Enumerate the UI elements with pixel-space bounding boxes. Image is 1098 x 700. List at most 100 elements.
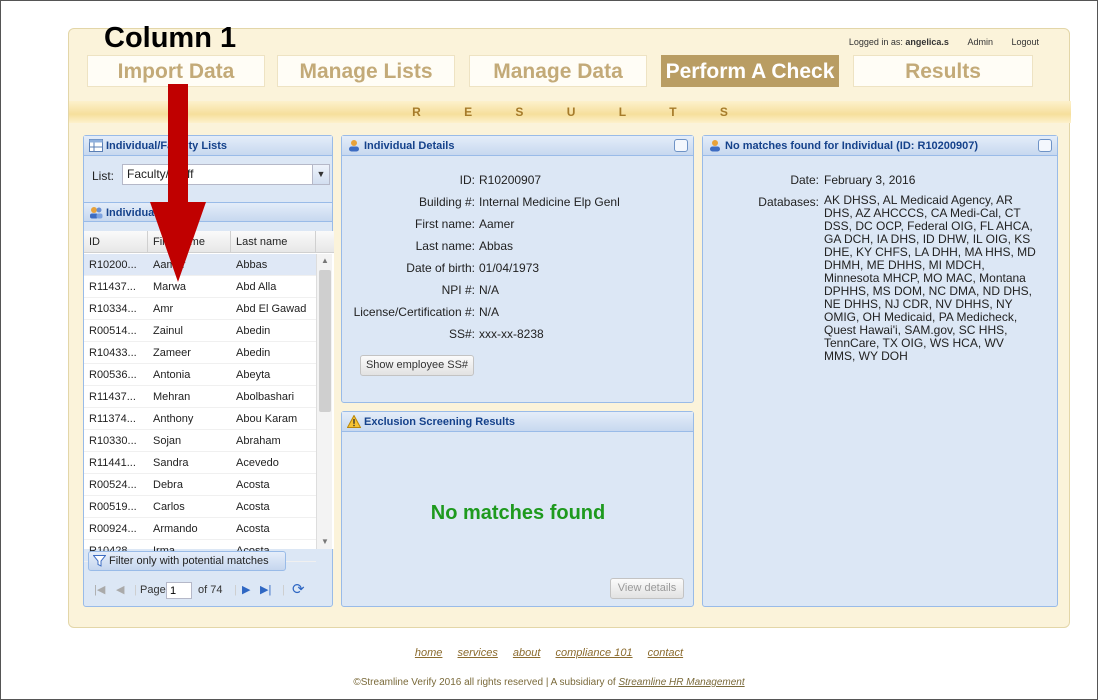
table-row[interactable]: R00924... Armando Acosta [84, 518, 316, 540]
first-page-icon[interactable]: |◀ [94, 576, 105, 604]
cell-last-name: Abedin [236, 347, 271, 359]
table-row[interactable]: R00519... Carlos Acosta [84, 496, 316, 518]
funnel-icon [93, 555, 106, 567]
main-tabs: Import Data Manage Lists Manage Data Per… [87, 55, 1057, 89]
logged-in-text: Logged in as: angelica.s [849, 37, 952, 47]
matches-panel-title: No matches found for Individual (ID: R10… [725, 140, 979, 152]
detail-label: ID: [459, 173, 475, 187]
footer-link-compliance[interactable]: compliance 101 [556, 647, 633, 659]
tab-import-data[interactable]: Import Data [87, 55, 265, 87]
screening-panel-header: Exclusion Screening Results [342, 412, 693, 432]
cell-first-name: Antonia [153, 369, 191, 381]
table-row[interactable]: R00536... Antonia Abeyta [84, 364, 316, 386]
table-row[interactable]: R10330... Sojan Abraham [84, 430, 316, 452]
detail-label: License/Certification #: [353, 305, 475, 319]
table-row[interactable]: R11441... Sandra Acevedo [84, 452, 316, 474]
screening-panel-title: Exclusion Screening Results [364, 416, 515, 428]
detail-value: Aamer [479, 217, 515, 231]
table-row[interactable]: R00524... Debra Acosta [84, 474, 316, 496]
cell-last-name: Abeyta [236, 369, 271, 381]
annotation-arrow-icon [150, 84, 206, 282]
cell-first-name: Sojan [153, 435, 182, 447]
prev-page-icon[interactable]: ◀ [116, 576, 124, 604]
user-bar: Logged in as: angelica.s Admin Logout [849, 37, 1039, 47]
detail-value: N/A [479, 305, 500, 319]
date-value: February 3, 2016 [824, 173, 916, 187]
cell-first-name: Debra [153, 479, 183, 491]
cell-first-name: Zainul [153, 325, 183, 337]
cell-first-name: Sandra [153, 457, 189, 469]
cell-id: R00514... [89, 325, 137, 337]
cell-id: R00524... [89, 479, 137, 491]
copyright-link[interactable]: Streamline HR Management [618, 677, 744, 688]
date-label: Date: [790, 173, 819, 187]
cell-last-name: Abd El Gawad [236, 303, 307, 315]
tab-manage-data[interactable]: Manage Data [469, 55, 647, 87]
scroll-thumb[interactable] [319, 270, 331, 412]
list-label: List: [92, 169, 115, 183]
scroll-down-icon[interactable]: ▼ [317, 535, 333, 549]
cell-id: R10433... [89, 347, 137, 359]
page-input[interactable] [166, 582, 192, 599]
column-last-name[interactable]: Last name [231, 231, 316, 253]
details-panel: Individual Details ID: R10200907 Building … [341, 135, 694, 403]
cell-id: R11374... [89, 413, 136, 425]
chevron-down-icon[interactable]: ▼ [312, 165, 329, 184]
footer-link-home[interactable]: home [415, 647, 443, 659]
cell-id: R10334... [89, 303, 137, 315]
databases-label: Databases: [758, 195, 819, 209]
print-icon[interactable] [1038, 139, 1052, 152]
tab-manage-lists[interactable]: Manage Lists [277, 55, 455, 87]
cell-first-name: Carlos [153, 501, 185, 513]
cell-last-name: Acevedo [236, 457, 279, 469]
pager-separator: | [282, 584, 285, 596]
table-row[interactable]: R11374... Anthony Abou Karam [84, 408, 316, 430]
footer-link-about[interactable]: about [513, 647, 541, 659]
user-icon [349, 140, 359, 152]
cell-id: R11437... [89, 391, 136, 403]
matches-panel-header: No matches found for Individual (ID: R10… [703, 136, 1057, 156]
app-container: Logged in as: angelica.s Admin Logout Im… [68, 28, 1071, 628]
admin-link[interactable]: Admin [967, 37, 993, 47]
cell-id: R10200... [89, 259, 137, 271]
matches-panel: No matches found for Individual (ID: R10… [702, 135, 1058, 607]
cell-last-name: Acosta [236, 523, 270, 535]
grid-scrollbar[interactable]: ▲ ▼ [316, 254, 332, 549]
filter-matches-button[interactable]: Filter only with potential matches [88, 551, 286, 571]
print-icon[interactable] [674, 139, 688, 152]
cell-last-name: Abbas [236, 259, 268, 271]
screening-panel: Exclusion Screening Results No matches f… [341, 411, 694, 607]
tab-results[interactable]: Results [853, 55, 1033, 87]
tab-perform-a-check[interactable]: Perform A Check [661, 55, 839, 87]
table-row[interactable]: R10433... Zameer Abedin [84, 342, 316, 364]
refresh-icon[interactable]: ⟳ [292, 576, 305, 604]
cell-last-name: Acosta [236, 501, 270, 513]
table-row[interactable]: R11437... Mehran Abolbashari [84, 386, 316, 408]
details-panel-header: Individual Details [342, 136, 693, 156]
column-id[interactable]: ID [84, 231, 148, 253]
individuals-grid: ID First name Last name R10200...AamerAb… [84, 231, 334, 562]
cell-last-name: Abolbashari [236, 391, 295, 403]
last-page-icon[interactable]: ▶| [260, 576, 271, 604]
footer-link-services[interactable]: services [458, 647, 498, 659]
show-ssn-button[interactable]: Show employee SS# [360, 355, 474, 376]
footer-link-contact[interactable]: contact [648, 647, 683, 659]
pager: |◀ ◀ | Page of 74 | ▶ ▶| | ⟳ [84, 576, 334, 604]
next-page-icon[interactable]: ▶ [242, 576, 250, 604]
detail-label: Building #: [418, 195, 475, 209]
scroll-up-icon[interactable]: ▲ [317, 254, 333, 268]
cell-first-name: Zameer [153, 347, 191, 359]
cell-last-name: Abedin [236, 325, 271, 337]
individuals-header: Individuals [84, 202, 332, 222]
grid-header: ID First name Last name [84, 231, 334, 253]
pager-separator: | [234, 584, 237, 596]
cell-last-name: Abraham [236, 435, 281, 447]
annotation-label: Column 1 [104, 22, 237, 54]
table-row[interactable]: R00514... Zainul Abedin [84, 320, 316, 342]
view-details-button[interactable]: View details [610, 578, 684, 599]
detail-label: First name: [414, 217, 475, 231]
detail-value: N/A [479, 283, 500, 297]
table-row[interactable]: R10334... Amr Abd El Gawad [84, 298, 316, 320]
cell-id: R00519... [89, 501, 137, 513]
logout-link[interactable]: Logout [1011, 37, 1039, 47]
